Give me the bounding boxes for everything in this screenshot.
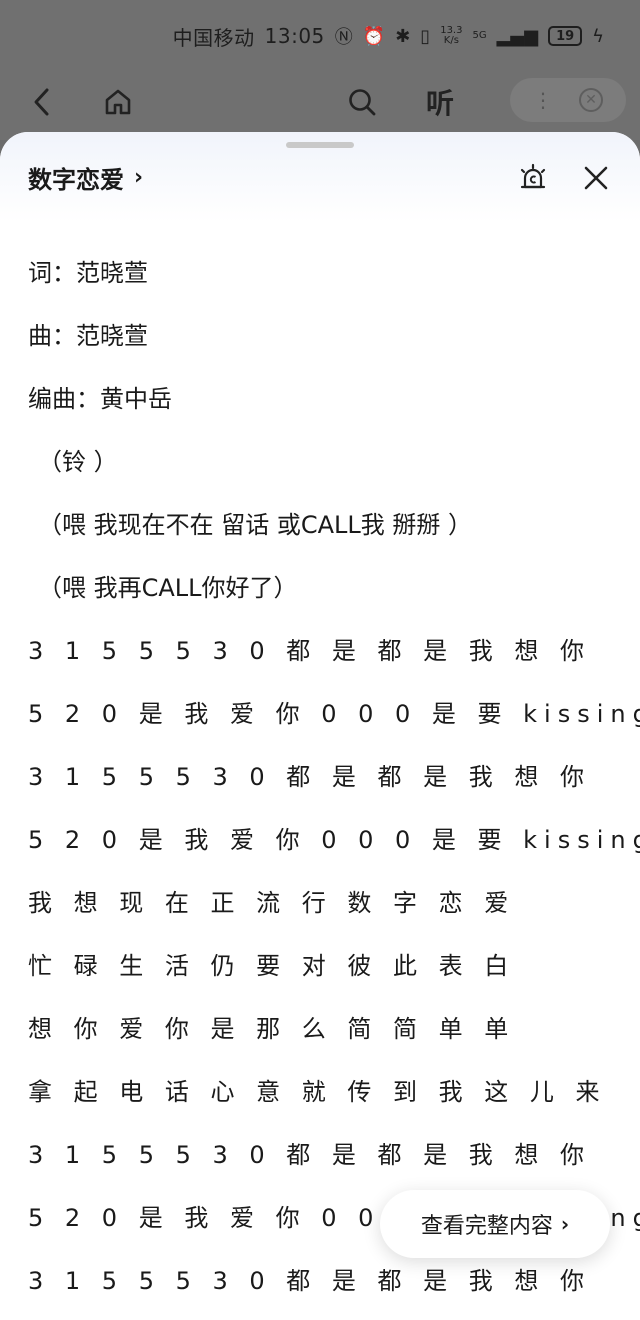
listen-button[interactable]: 听: [420, 82, 460, 122]
carrier-name: 中国移动: [172, 25, 255, 50]
capsule-close-icon[interactable]: ✕: [579, 88, 603, 112]
lyric-line: 拿 起 电 话 心 意 就 传 到 我 这 儿 来: [28, 1078, 607, 1106]
lyric-line: 想 你 爱 你 是 那 么 简 简 单 单: [28, 1015, 516, 1043]
lyric-line: （铃 ）: [38, 448, 118, 476]
drag-handle[interactable]: [286, 142, 354, 148]
lyric-line: 3 1 5 5 5 3 0 都 是 都 是 我 想 你: [28, 637, 592, 665]
search-icon: [349, 89, 376, 116]
more-icon[interactable]: ⋮: [533, 88, 553, 112]
vibrate-icon: ▯: [420, 25, 431, 47]
lyric-line: 3 1 5 5 5 3 0 都 是 都 是 我 想 你: [28, 1267, 592, 1295]
lyric-line: （喂 我现在不在 留话 或CALL我 掰掰 ）: [38, 511, 473, 539]
network-speed: 13.3 K/s: [440, 26, 462, 46]
chevron-right-icon: ›: [134, 165, 144, 190]
battery-icon: 19: [548, 26, 583, 46]
lyric-line: 忙 碌 生 活 仍 要 对 彼 此 表 白: [28, 952, 516, 980]
lyrics-sheet: 数字恋爱 › 词：范晓萱 曲：范晓萱 编曲：黄中岳 （铃 ） （喂 我现在不在 …: [0, 132, 640, 1320]
song-title: 数字恋爱: [28, 166, 124, 194]
home-button[interactable]: [98, 82, 138, 122]
sheet-header: 数字恋爱 ›: [0, 132, 640, 222]
home-icon: [105, 89, 131, 115]
view-full-content-button[interactable]: 查看完整内容 ›: [380, 1190, 610, 1258]
background-app: 中国移动 13:05 Ⓝ ⏰ ✱ ▯ 13.3 K/s 5G ▂▄▆ 19 ϟ: [0, 0, 640, 140]
charging-icon: ϟ: [592, 25, 604, 47]
speed-unit: K/s: [443, 35, 459, 46]
lyric-line: 5 2 0 是 我 爱 你 0 0 0 是 要 kissing: [28, 700, 640, 728]
battery-level: 19: [556, 28, 575, 44]
close-button[interactable]: [578, 160, 614, 196]
alarm-status-icon: ⏰: [362, 25, 386, 47]
back-icon: [34, 88, 49, 116]
lyric-line: 词：范晓萱: [28, 259, 148, 287]
status-time: 13:05: [264, 24, 325, 48]
bluetooth-icon: ✱: [395, 25, 411, 47]
signal-icon: ▂▄▆: [496, 25, 539, 47]
view-full-label: 查看完整内容: [420, 1214, 553, 1239]
lyrics-list: 词：范晓萱 曲：范晓萱 编曲：黄中岳 （铃 ） （喂 我现在不在 留话 或CAL…: [28, 242, 640, 1313]
song-title-link[interactable]: 数字恋爱 ›: [28, 160, 143, 195]
lyric-line: 3 1 5 5 5 3 0 都 是 都 是 我 想 你: [28, 1141, 592, 1169]
chevron-right-icon: ›: [560, 1212, 570, 1236]
network-type: 5G: [472, 30, 487, 41]
lyric-line: 我 想 现 在 正 流 行 数 字 恋 爱: [28, 889, 516, 917]
back-button[interactable]: [22, 82, 62, 122]
lyric-line: 编曲：黄中岳: [28, 385, 172, 413]
lyric-line: 3 1 5 5 5 3 0 都 是 都 是 我 想 你: [28, 763, 592, 791]
lyric-line: （喂 我再CALL你好了）: [38, 574, 298, 602]
close-icon: [584, 166, 608, 190]
app-nav-bar: 听 ⋮ ✕: [0, 72, 640, 132]
lyric-line: 5 2 0 是 我 爱 你 0 0 0 是 要 kissing: [28, 826, 640, 854]
bell-alarm-icon: [520, 163, 546, 189]
nfc-icon: Ⓝ: [334, 27, 353, 48]
search-button[interactable]: [342, 82, 382, 122]
status-bar: 中国移动 13:05 Ⓝ ⏰ ✱ ▯ 13.3 K/s 5G ▂▄▆ 19 ϟ: [0, 0, 640, 72]
ringtone-button[interactable]: [515, 160, 551, 196]
miniapp-capsule: ⋮ ✕: [510, 78, 626, 122]
lyric-line: 曲：范晓萱: [28, 322, 148, 350]
